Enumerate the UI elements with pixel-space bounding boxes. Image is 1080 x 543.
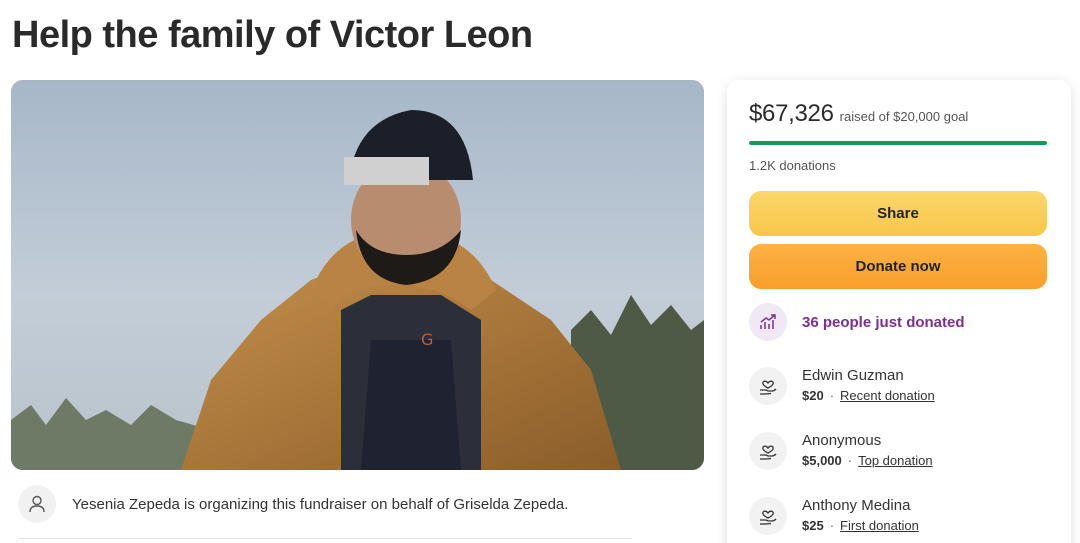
- donor-amount: $25: [802, 518, 824, 533]
- person-icon: [18, 485, 56, 523]
- donor-name: Anonymous: [802, 432, 882, 449]
- page-title: Help the family of Victor Leon: [12, 14, 533, 56]
- donor-item: Edwin Guzman $20 · Recent donation: [749, 366, 935, 405]
- progress-bar: [749, 141, 1047, 145]
- hand-heart-icon: [749, 496, 787, 535]
- donate-now-button[interactable]: Donate now: [749, 244, 1047, 289]
- hand-heart-icon: [749, 431, 787, 470]
- divider: [18, 538, 632, 539]
- donor-item: Anthony Medina $25 · First donation: [749, 496, 919, 535]
- donor-amount: $5,000: [802, 453, 842, 468]
- donor-name: Edwin Guzman: [802, 367, 904, 384]
- recent-donors-summary[interactable]: 36 people just donated: [749, 303, 965, 341]
- trending-up-icon: [749, 303, 787, 341]
- svg-text:G: G: [421, 330, 433, 349]
- donation-card: $67,326 raised of $20,000 goal 1.2K dona…: [727, 80, 1071, 543]
- donor-name: Anthony Medina: [802, 497, 911, 514]
- donor-tag-link[interactable]: First donation: [840, 518, 919, 533]
- organizer-text: Yesenia Zepeda is organizing this fundra…: [72, 495, 569, 513]
- goal-text: raised of $20,000 goal: [839, 109, 969, 124]
- donor-item: Anonymous $5,000 · Top donation: [749, 431, 933, 470]
- progress-fill: [749, 141, 1047, 145]
- donor-amount: $20: [802, 388, 824, 403]
- share-button[interactable]: Share: [749, 191, 1047, 236]
- donor-tag-link[interactable]: Top donation: [858, 453, 932, 468]
- trend-text: 36 people just donated: [802, 313, 965, 331]
- hand-heart-icon: [749, 366, 787, 405]
- donations-count: 1.2K donations: [749, 158, 836, 173]
- campaign-photo: G: [11, 80, 704, 470]
- amount-raised: $67,326: [749, 100, 834, 127]
- amount-raised-row: $67,326 raised of $20,000 goal: [749, 100, 968, 128]
- donor-tag-link[interactable]: Recent donation: [840, 388, 935, 403]
- organizer-line: Yesenia Zepeda is organizing this fundra…: [18, 485, 638, 523]
